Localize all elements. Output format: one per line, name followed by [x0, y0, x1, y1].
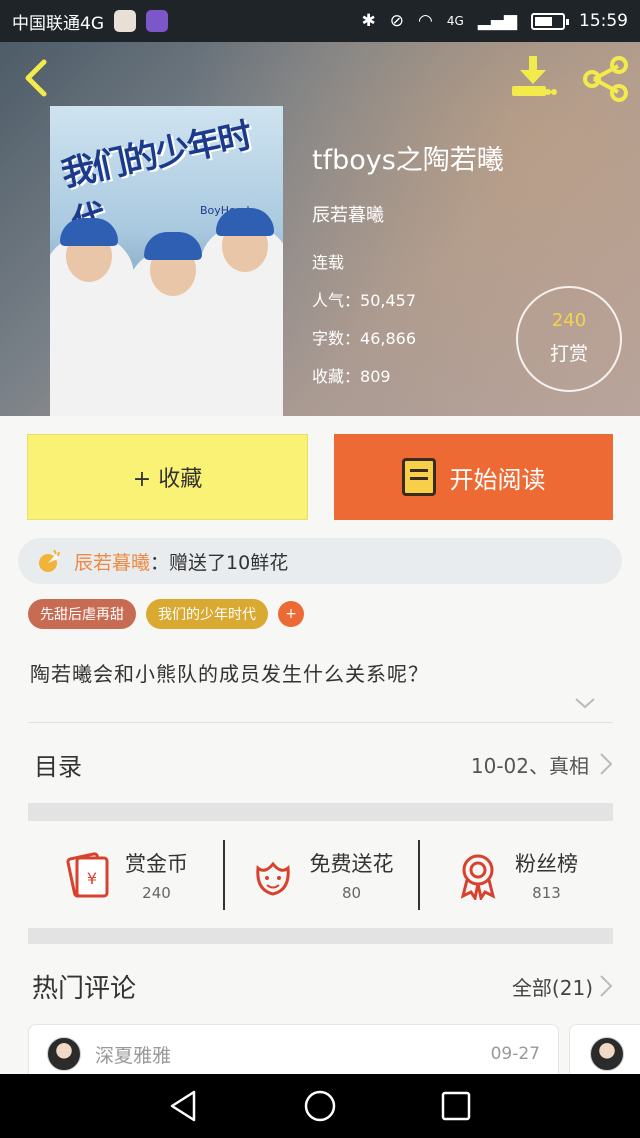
wifi-icon: ◠ — [417, 11, 433, 31]
comment-date: 09-27 — [490, 1044, 540, 1064]
share-icon[interactable] — [580, 56, 630, 102]
chevron-right-icon — [600, 753, 613, 775]
carrier-label: 中国联通4G — [12, 13, 104, 34]
add-tag-button[interactable]: + — [278, 601, 304, 627]
add-favorite-button[interactable]: + 收藏 — [27, 434, 308, 520]
recents-square-icon[interactable] — [438, 1088, 474, 1124]
stat-label: 免费送花 — [309, 852, 394, 876]
system-navigation-bar — [0, 1074, 640, 1138]
book-detail-page: 中国联通4G ✱ ⊘ ◠ 4G ▂▄▆ 15:59 我们的少年时代 BoyHoo… — [0, 0, 640, 1138]
chevron-down-icon[interactable] — [574, 696, 596, 710]
hot-comments-title: 热门评论 — [32, 973, 137, 1004]
stat-value: 813 — [532, 884, 561, 902]
start-reading-button[interactable]: 开始阅读 — [334, 434, 613, 520]
hot-comments-header: 热门评论 全部(21) — [28, 958, 613, 1014]
book-icon — [401, 458, 436, 496]
home-circle-icon[interactable] — [302, 1088, 338, 1124]
tag-item[interactable]: 先甜后虐再甜 — [28, 599, 136, 629]
signal-icon: ▂▄▆ — [477, 11, 517, 31]
avatar[interactable] — [47, 1037, 81, 1071]
gift-notice-bar[interactable]: 辰若暮曦 ：赠送了10鲜花 — [18, 538, 622, 584]
popularity-line: 人气：50,457 — [312, 287, 504, 311]
popularity-value: 50,457 — [360, 291, 416, 310]
red-envelope-icon: ¥ — [66, 852, 109, 898]
tip-button[interactable]: 240 打赏 — [516, 286, 622, 392]
avatar[interactable] — [590, 1037, 624, 1071]
app-notification-icon — [114, 10, 136, 32]
flower-icon — [255, 861, 290, 896]
stat-reward-coins[interactable]: ¥ 赏金币 240 — [28, 822, 223, 928]
book-header: 我们的少年时代 BoyHood tfboys之陶若曦 辰若暮曦 连载 人气：50… — [0, 42, 640, 416]
add-favorite-label: + 收藏 — [132, 467, 203, 492]
book-author[interactable]: 辰若暮曦 — [312, 201, 504, 227]
tip-count: 240 — [551, 310, 587, 331]
back-arrow-icon[interactable] — [18, 58, 58, 98]
stat-label: 粉丝榜 — [515, 852, 578, 876]
comment-username[interactable]: 深夏雅雅 — [95, 1041, 171, 1068]
book-cover[interactable]: 我们的少年时代 BoyHood — [50, 106, 283, 416]
favorites-value: 809 — [360, 367, 391, 386]
medal-icon — [460, 854, 496, 900]
vibrate-icon: ⊘ — [389, 11, 404, 31]
status-bar: 中国联通4G ✱ ⊘ ◠ 4G ▂▄▆ 15:59 — [0, 0, 640, 42]
section-separator — [28, 928, 613, 944]
back-triangle-icon[interactable] — [166, 1088, 202, 1124]
gift-message: ：赠送了10鲜花 — [150, 551, 289, 574]
all-comments-link[interactable]: 全部(21) — [512, 972, 593, 1001]
start-reading-label: 开始阅读 — [449, 465, 546, 494]
clock: 15:59 — [579, 11, 628, 31]
gift-sender[interactable]: 辰若暮曦 — [74, 548, 150, 575]
cover-figure — [50, 218, 134, 416]
stat-value: 240 — [142, 884, 171, 902]
divider — [28, 722, 613, 723]
word-count-value: 46,866 — [360, 329, 416, 348]
gallery-notification-icon — [146, 10, 168, 32]
stat-label: 赏金币 — [125, 852, 188, 876]
tip-label: 打赏 — [549, 343, 588, 365]
book-title: tfboys之陶若曦 — [312, 145, 504, 176]
favorites-label: 收藏： — [312, 367, 361, 386]
book-summary: 陶若曦会和小熊队的成员发生什么关系呢？ — [30, 662, 429, 686]
stat-free-flowers[interactable]: 免费送花 80 — [223, 822, 418, 928]
word-count-line: 字数：46,866 — [312, 325, 504, 349]
latest-chapter: 10-02、真相 — [470, 753, 589, 778]
popularity-label: 人气： — [312, 291, 361, 310]
book-info: tfboys之陶若曦 辰若暮曦 连载 人气：50,457 字数：46,866 收… — [312, 138, 504, 401]
favorites-line: 收藏：809 — [312, 363, 504, 387]
tag-list: 先甜后虐再甜 我们的少年时代 + — [28, 599, 304, 629]
chevron-right-icon[interactable] — [599, 974, 613, 998]
book-status: 连载 — [312, 253, 345, 272]
section-separator — [28, 803, 613, 821]
tag-item[interactable]: 我们的少年时代 — [146, 599, 268, 629]
svg-text:¥: ¥ — [87, 869, 97, 888]
stat-fan-ranking[interactable]: 粉丝榜 813 — [418, 822, 613, 928]
toc-label: 目录 — [34, 752, 82, 781]
gift-megaphone-icon — [39, 549, 60, 572]
word-count-label: 字数： — [312, 329, 361, 348]
battery-icon — [531, 12, 569, 30]
table-of-contents-row[interactable]: 目录 10-02、真相 — [28, 724, 613, 804]
network-type: 4G — [446, 14, 464, 28]
stat-value: 80 — [341, 884, 362, 902]
bluetooth-icon: ✱ — [361, 11, 376, 31]
cover-figure — [128, 232, 218, 416]
download-icon[interactable] — [508, 54, 558, 100]
stats-row: ¥ 赏金币 240 免费送花 80 粉丝榜 813 — [28, 822, 613, 928]
